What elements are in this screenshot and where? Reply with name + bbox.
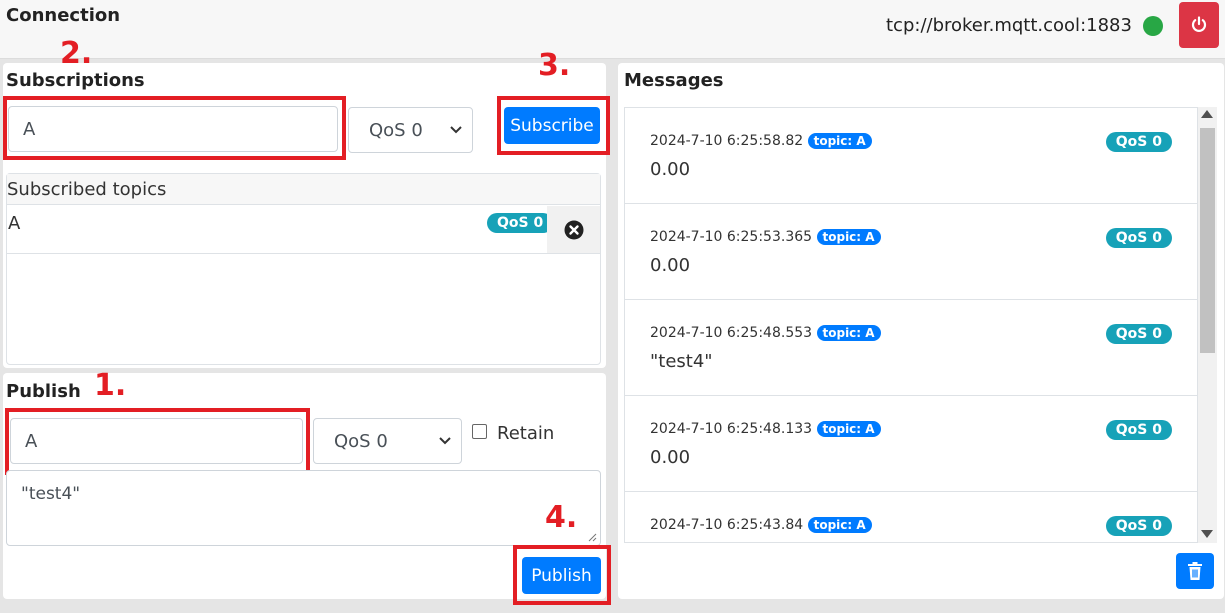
message-timestamp: 2024-7-10 6:25:58.82 <box>650 133 804 149</box>
close-circle-icon <box>564 220 583 239</box>
retain-label: Retain <box>497 423 555 444</box>
subscribed-topic-row: A QoS 0 <box>7 206 600 254</box>
power-icon <box>1191 16 1207 32</box>
message-topic-badge: topic: A <box>807 133 872 149</box>
message-item: 2024-7-10 6:25:53.365 topic: A 0.00 QoS … <box>625 204 1197 300</box>
message-payload: 0.00 <box>650 159 691 180</box>
message-timestamp: 2024-7-10 6:25:43.84 <box>650 517 804 533</box>
publish-payload-value: "test4" <box>21 484 81 504</box>
publish-qos-value: QoS 0 <box>334 430 388 452</box>
highlight-step-3 <box>497 96 610 155</box>
message-item: 2024-7-10 6:25:43.84 topic: A QoS 0 <box>625 492 1197 542</box>
connection-title: Connection <box>6 5 121 26</box>
scroll-down-arrow-icon[interactable] <box>1201 530 1213 538</box>
message-topic-badge: topic: A <box>816 325 881 341</box>
messages-title: Messages <box>624 70 724 91</box>
message-topic-badge: topic: A <box>807 517 872 533</box>
subscribed-topic-qos-badge: QoS 0 <box>487 213 554 233</box>
chevron-down-icon <box>439 437 451 445</box>
message-item: 2024-7-10 6:25:48.553 topic: A "test4" Q… <box>625 300 1197 396</box>
message-qos-badge: QoS 0 <box>1105 516 1172 536</box>
highlight-step-4 <box>513 545 611 605</box>
trash-icon <box>1188 562 1202 580</box>
message-qos-badge: QoS 0 <box>1105 228 1172 248</box>
scroll-up-arrow-icon[interactable] <box>1201 110 1213 118</box>
chevron-down-icon <box>450 126 462 134</box>
message-topic-badge: topic: A <box>816 229 881 245</box>
subscriptions-title: Subscriptions <box>6 70 145 91</box>
clear-messages-button[interactable] <box>1176 553 1214 589</box>
step-3-label: 3. <box>538 48 571 83</box>
subscribed-topics-title: Subscribed topics <box>7 179 167 200</box>
message-payload: 0.00 <box>650 447 691 468</box>
subscribed-topics-header: Subscribed topics <box>7 174 600 205</box>
message-qos-badge: QoS 0 <box>1105 420 1172 440</box>
publish-payload-textarea[interactable]: "test4" <box>6 470 601 546</box>
disconnect-button[interactable] <box>1179 2 1219 48</box>
subscribe-qos-value: QoS 0 <box>369 119 423 141</box>
messages-list[interactable]: 2024-7-10 6:25:58.82 topic: A 0.00 QoS 0… <box>624 107 1198 543</box>
step-1-label: 1. <box>94 368 127 403</box>
highlight-step-1 <box>5 408 310 475</box>
broker-url: tcp://broker.mqtt.cool:1883 <box>886 15 1132 36</box>
message-timestamp: 2024-7-10 6:25:48.133 <box>650 421 813 437</box>
unsubscribe-button[interactable] <box>547 206 600 253</box>
publish-qos-select[interactable]: QoS 0 <box>313 418 462 464</box>
message-qos-badge: QoS 0 <box>1105 132 1172 152</box>
message-qos-badge: QoS 0 <box>1105 324 1172 344</box>
step-4-label: 4. <box>545 500 578 535</box>
step-2-label: 2. <box>60 36 93 71</box>
message-item: 2024-7-10 6:25:58.82 topic: A 0.00 QoS 0 <box>625 108 1197 204</box>
retain-checkbox[interactable] <box>472 424 487 439</box>
subscribe-qos-select[interactable]: QoS 0 <box>348 107 473 153</box>
message-payload: "test4" <box>650 351 713 372</box>
highlight-step-2 <box>3 96 346 160</box>
scrollbar-thumb[interactable] <box>1200 128 1215 353</box>
message-timestamp: 2024-7-10 6:25:48.553 <box>650 325 813 341</box>
subscribed-topic-name: A <box>8 213 21 234</box>
message-payload: 0.00 <box>650 255 691 276</box>
resize-handle-icon[interactable] <box>587 532 597 542</box>
message-timestamp: 2024-7-10 6:25:53.365 <box>650 229 813 245</box>
message-topic-badge: topic: A <box>816 421 881 437</box>
publish-title: Publish <box>6 381 81 402</box>
message-item: 2024-7-10 6:25:48.133 topic: A 0.00 QoS … <box>625 396 1197 492</box>
connection-status-indicator <box>1143 16 1163 36</box>
